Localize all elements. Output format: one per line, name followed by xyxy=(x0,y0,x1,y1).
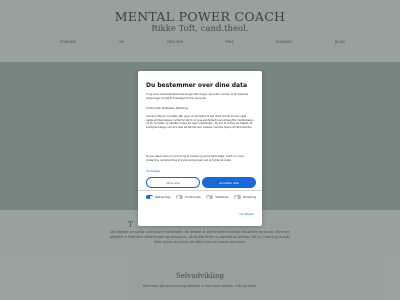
toggle-marketing[interactable]: Marketing xyxy=(234,195,256,199)
toggle-label-functional: Funktionelle xyxy=(185,195,201,199)
switch-functional[interactable] xyxy=(176,195,183,199)
switch-statistics[interactable] xyxy=(206,195,214,199)
consent-purposes-text: Funktionelle, Statistiske, Marketing xyxy=(146,107,188,110)
deny-all-button[interactable]: Afvis alle xyxy=(146,177,200,188)
toggle-label-marketing: Marketing xyxy=(243,195,256,199)
consent-body-text: Ved at trykke på 'Accepter alle' giver d… xyxy=(146,115,254,129)
toggle-label-statistics: Statistiske xyxy=(215,195,229,199)
accept-all-button[interactable]: Accepter alle xyxy=(202,177,256,188)
switch-marketing[interactable] xyxy=(234,195,242,199)
toggle-label-necessary: Nødvendige xyxy=(155,195,171,199)
details-link-bottom[interactable]: Vis detaljer xyxy=(239,213,254,216)
consent-toggles: Nødvendige Funktionelle Statistiske Mark… xyxy=(146,195,256,199)
toggle-statistics[interactable]: Statistiske xyxy=(206,195,229,199)
cookie-consent-dialog: Du bestemmer over dine data Vi og vores … xyxy=(138,71,262,226)
details-link[interactable]: Vis detaljer xyxy=(146,170,161,173)
consent-more-text: Du kan læse mere om vores brug af cookie… xyxy=(146,155,244,162)
divider xyxy=(138,190,262,191)
switch-necessary[interactable] xyxy=(146,195,153,199)
consent-title: Du bestemmer over dine data xyxy=(146,82,248,89)
toggle-functional[interactable]: Funktionelle xyxy=(176,195,201,199)
toggle-necessary[interactable]: Nødvendige xyxy=(146,195,171,199)
consent-intro-text: Vi og vores samarbejdspartnere bruger te… xyxy=(146,93,249,100)
